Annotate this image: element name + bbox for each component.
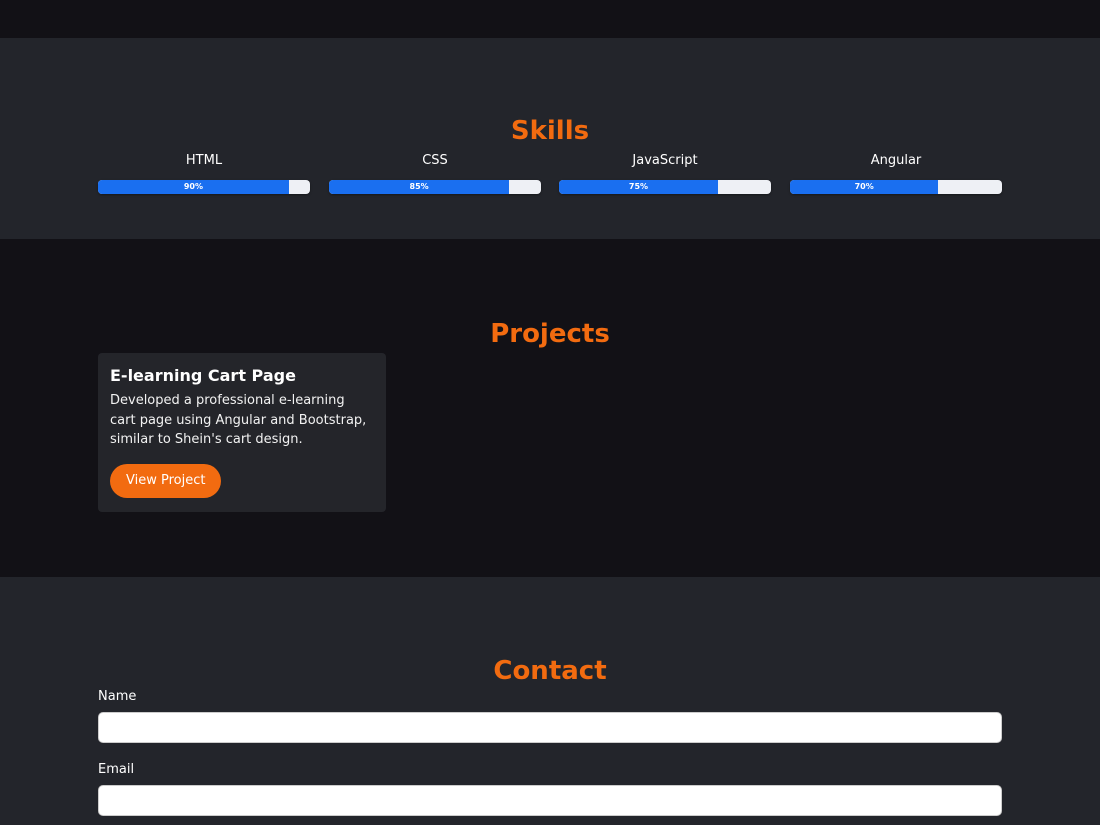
projects-title: Projects [490, 319, 610, 349]
project-description: Developed a professional e-learning cart… [110, 393, 367, 447]
skill-angular: Angular 70% [790, 146, 1002, 194]
email-input[interactable] [98, 785, 1002, 816]
projects-list: E-learning Cart Page Developed a profess… [98, 353, 1002, 512]
name-input[interactable] [98, 712, 1002, 743]
progress-fill: 85% [329, 180, 510, 194]
skill-css: CSS 85% [329, 146, 541, 194]
progress-bar: 85% [329, 180, 541, 194]
skill-javascript: JavaScript 75% [559, 146, 771, 194]
contact-title: Contact [493, 656, 607, 686]
skills-list: HTML 90% CSS 85% JavaScript 75% Angular … [98, 146, 1002, 206]
skill-name: Angular [870, 153, 922, 168]
skill-name: HTML [185, 153, 223, 168]
progress-fill: 70% [790, 180, 939, 194]
contact-form: Name Email [98, 688, 1002, 816]
view-project-button[interactable]: View Project [110, 463, 222, 498]
contact-section: Contact Name Email [0, 577, 1100, 825]
progress-bar: 70% [790, 180, 1002, 194]
skills-title: Skills [510, 116, 590, 146]
progress-bar: 75% [559, 180, 771, 194]
skill-name: CSS [422, 153, 448, 168]
project-card: E-learning Cart Page Developed a profess… [98, 353, 386, 512]
progress-fill: 75% [559, 180, 718, 194]
progress-fill: 90% [98, 180, 289, 194]
top-navbar [0, 0, 1100, 38]
progress-bar: 90% [98, 180, 310, 194]
name-label: Name [98, 689, 137, 704]
skills-section: Skills HTML 90% CSS 85% JavaScript 75% A… [0, 38, 1100, 239]
field-spacer [98, 743, 1002, 761]
email-label: Email [98, 762, 135, 777]
project-title: E-learning Cart Page [110, 366, 296, 385]
skill-html: HTML 90% [98, 146, 310, 194]
projects-section: Projects E-learning Cart Page Developed … [0, 239, 1100, 577]
skill-name: JavaScript [632, 153, 698, 168]
